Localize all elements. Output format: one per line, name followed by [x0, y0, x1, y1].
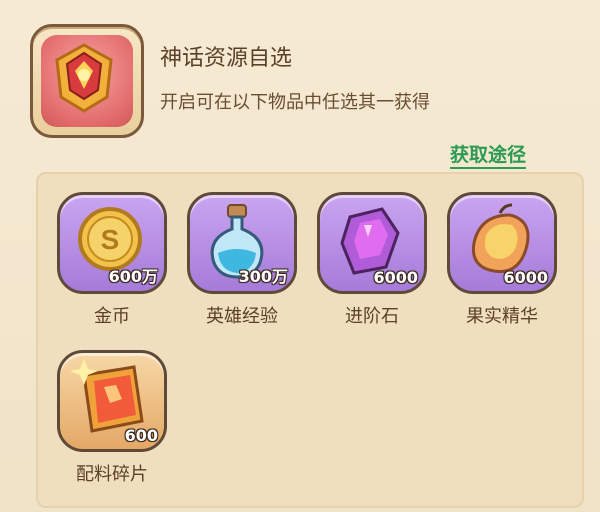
item-quantity: 300万: [238, 267, 288, 286]
reward-panel: 神话资源自选 开启可在以下物品中任选其一获得 获取途径 S 600万 金币 30…: [0, 0, 600, 512]
page-title: 神话资源自选: [160, 46, 293, 71]
item-name: 配料碎片: [76, 464, 148, 485]
item-quantity: 600: [124, 426, 158, 445]
item-list: S 600万 金币 300万 英雄经验 6000 进阶石 6000 果实精华 6…: [36, 172, 584, 508]
mythic-chest-icon: [41, 35, 133, 127]
list-item[interactable]: 6000 进阶石: [316, 192, 428, 328]
item-quantity: 6000: [373, 268, 418, 287]
list-item[interactable]: S 600万 金币: [56, 192, 168, 328]
svg-text:S: S: [101, 224, 120, 255]
list-item[interactable]: 300万 英雄经验: [186, 192, 298, 328]
item-name: 进阶石: [345, 306, 399, 327]
item-icon-frame: 6000: [447, 192, 557, 294]
item-quantity: 6000: [503, 268, 548, 287]
item-name: 金币: [94, 306, 130, 327]
description-text: 开启可在以下物品中任选其一获得: [160, 92, 430, 113]
list-item[interactable]: 600 配料碎片: [56, 350, 168, 486]
item-icon-frame: S 600万: [57, 192, 167, 294]
list-item[interactable]: 6000 果实精华: [446, 192, 558, 328]
item-icon-frame: 6000: [317, 192, 427, 294]
mythic-chest-icon-frame: [30, 24, 144, 138]
item-name: 英雄经验: [206, 306, 278, 327]
acquisition-link[interactable]: 获取途径: [450, 140, 527, 169]
item-icon-frame: 600: [57, 350, 167, 452]
item-quantity: 600万: [108, 267, 158, 286]
item-name: 果实精华: [466, 306, 538, 327]
item-icon-frame: 300万: [187, 192, 297, 294]
